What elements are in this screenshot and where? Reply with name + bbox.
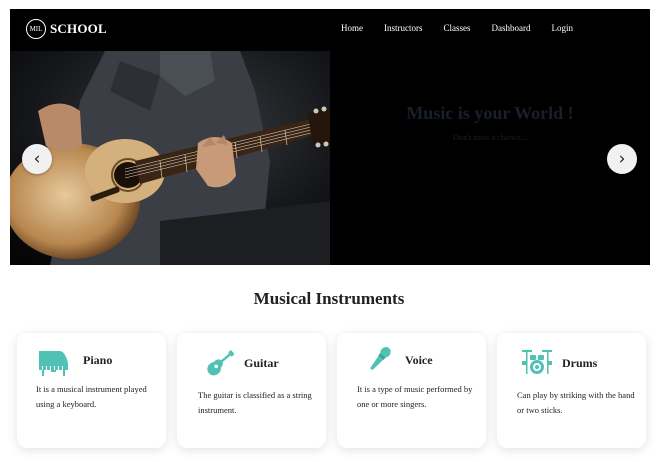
drums-icon <box>522 350 552 374</box>
brand[interactable]: MIL SCHOOL <box>26 19 107 39</box>
card-title: Guitar <box>244 356 279 370</box>
card-description: It is a musical instrument played using … <box>36 384 147 409</box>
nav-link-classes[interactable]: Classes <box>444 23 471 33</box>
page-top-margin <box>0 0 658 9</box>
card-title: Piano <box>83 353 113 367</box>
hero-guitar-photo <box>10 51 330 265</box>
nav-link-home[interactable]: Home <box>341 23 363 33</box>
piano-icon <box>39 351 68 376</box>
hero-subtitle: Don't miss a chance... <box>452 132 528 142</box>
chevron-right-icon: › <box>618 149 626 169</box>
card-description: It is a type of music performed by one o… <box>357 384 473 409</box>
hero-carousel: Music is your World ! Don't miss a chanc… <box>10 51 650 265</box>
microphone-icon <box>370 347 391 371</box>
instrument-card-piano[interactable]: Piano It is a musical instrument played … <box>17 333 166 448</box>
nav-link-login[interactable]: Login <box>552 23 574 33</box>
card-description: Can play by striking with the hand or tw… <box>517 390 635 415</box>
nav-link-instructors[interactable]: Instructors <box>384 23 423 33</box>
chevron-left-icon: ‹ <box>33 149 41 169</box>
guitar-icon <box>207 350 235 376</box>
instrument-card-guitar[interactable]: Guitar The guitar is classified as a str… <box>177 333 326 448</box>
logo: MIL <box>26 19 46 39</box>
instrument-card-drums[interactable]: Drums Can play by striking with the hand… <box>497 333 646 448</box>
instrument-card-voice[interactable]: Voice It is a type of music performed by… <box>337 333 486 448</box>
carousel-next-button[interactable]: › <box>607 144 637 174</box>
navbar: MIL SCHOOL Home Instructors Classes Dash… <box>10 9 650 51</box>
brand-name: SCHOOL <box>50 21 107 36</box>
card-title: Drums <box>562 356 598 370</box>
card-title: Voice <box>405 353 433 367</box>
page-right-margin <box>650 9 658 265</box>
carousel-prev-button[interactable]: ‹ <box>22 144 52 174</box>
card-description: The guitar is classified as a string ins… <box>198 390 312 415</box>
section-title: Musical Instruments <box>253 289 405 308</box>
nav-link-dashboard[interactable]: Dashboard <box>492 23 531 33</box>
nav-links: Home Instructors Classes Dashboard Login <box>341 23 594 33</box>
hero-title: Music is your World ! <box>406 103 574 123</box>
